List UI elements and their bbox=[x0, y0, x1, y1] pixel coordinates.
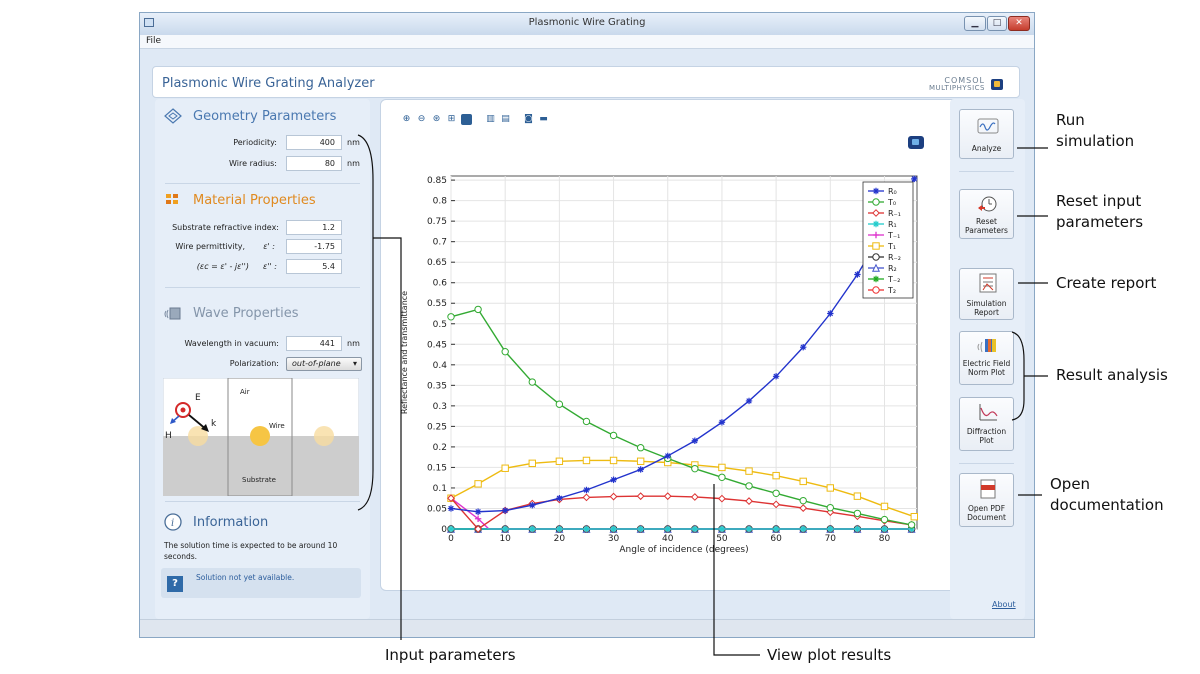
annotation-input-parameters: Input parameters bbox=[385, 646, 516, 664]
annotation-create-report: Create report bbox=[1056, 274, 1157, 292]
annotation-reset-parameters: Reset input parameters bbox=[1056, 192, 1144, 231]
annotation-lines bbox=[357, 134, 1048, 656]
annotation-result-analysis: Result analysis bbox=[1056, 366, 1168, 384]
annotation-view-plot-results: View plot results bbox=[767, 646, 892, 664]
annotation-open-documentation: Open documentation bbox=[1050, 475, 1164, 514]
annotation-run-simulation: Run simulation bbox=[1056, 111, 1135, 150]
